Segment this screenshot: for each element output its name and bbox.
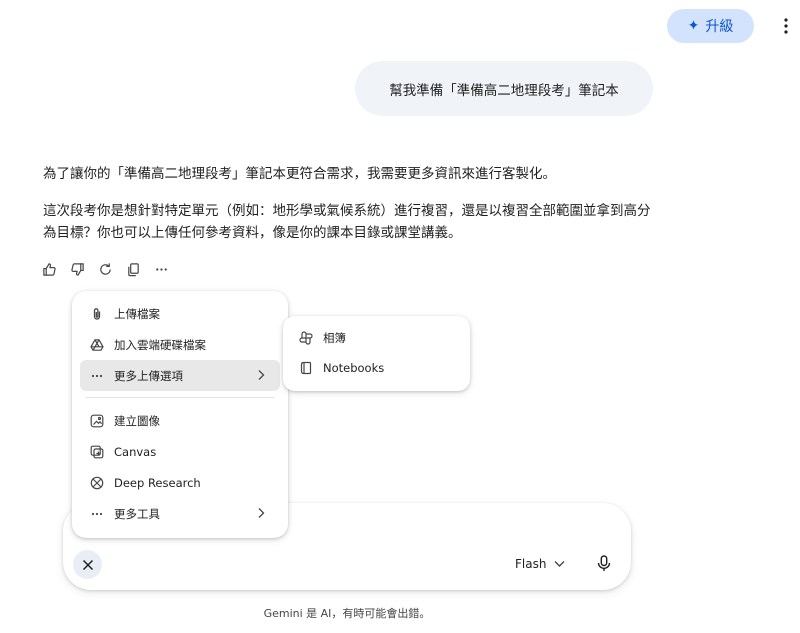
thumbs-down-icon[interactable]	[69, 260, 86, 278]
notebook-icon	[300, 361, 312, 375]
model-label: Flash	[515, 557, 547, 571]
drive-icon	[90, 338, 104, 352]
upgrade-button[interactable]: ✦ 升級	[667, 9, 754, 43]
menu-item-label: 加入雲端硬碟檔案	[114, 337, 206, 352]
menu-item-label: 更多工具	[114, 506, 160, 521]
ai-disclaimer: Gemini 是 AI，有時可能會出錯。	[263, 607, 431, 620]
menu-item-deep-research[interactable]: Deep Research	[80, 467, 280, 498]
menu-item-label: 上傳檔案	[114, 306, 160, 321]
menu-item-canvas[interactable]: Canvas	[80, 436, 280, 467]
response-paragraph-1: 為了讓你的「準備高二地理段考」筆記本更符合需求，我需要更多資訊來進行客製化。	[43, 166, 556, 182]
menu-item-more-upload-options[interactable]: 更多上傳選項	[80, 360, 280, 391]
mic-button[interactable]	[595, 553, 613, 573]
copy-icon[interactable]	[125, 260, 142, 278]
chevron-right-icon	[258, 370, 265, 380]
close-menu-button[interactable]	[73, 550, 102, 579]
menu-item-create-image[interactable]: 建立圖像	[80, 405, 280, 436]
menu-item-more-tools[interactable]: 更多工具	[80, 498, 280, 529]
upload-options-submenu: 相簿 Notebooks	[283, 316, 470, 391]
user-message-bubble: 幫我準備「準備高二地理段考」筆記本	[355, 61, 653, 116]
menu-item-label: Deep Research	[114, 475, 201, 490]
chevron-right-icon	[258, 508, 265, 518]
thumbs-up-icon[interactable]	[41, 260, 58, 278]
submenu-item-photos[interactable]: 相簿	[291, 324, 461, 352]
mic-icon	[597, 554, 611, 571]
more-horiz-icon	[90, 369, 104, 383]
more-horiz-icon[interactable]	[153, 260, 170, 278]
menu-divider	[86, 397, 274, 398]
more-horiz-icon	[90, 507, 104, 521]
photos-icon	[299, 331, 313, 345]
close-icon	[82, 559, 93, 570]
tools-menu: 上傳檔案 加入雲端硬碟檔案 更多上傳選項 建立圖像 Canvas Deep Re…	[72, 291, 288, 538]
regenerate-icon[interactable]	[97, 260, 114, 278]
sparkle-icon: ✦	[687, 18, 700, 34]
menu-item-label: Canvas	[114, 444, 157, 459]
submenu-item-label: Notebooks	[323, 361, 385, 375]
user-message-text: 幫我準備「準備高二地理段考」筆記本	[389, 82, 619, 99]
more-vert-icon[interactable]	[778, 14, 794, 38]
image-icon	[90, 414, 104, 428]
menu-item-upload-file[interactable]: 上傳檔案	[80, 298, 280, 329]
response-paragraph-2: 這次段考你是想針對特定單元（例如：地形學或氣候系統）進行複習，還是以複習全部範圍…	[43, 203, 651, 241]
submenu-item-label: 相簿	[323, 331, 346, 345]
menu-item-add-drive[interactable]: 加入雲端硬碟檔案	[80, 329, 280, 360]
response-actions	[41, 260, 170, 278]
upgrade-label: 升級	[705, 19, 734, 35]
menu-item-label: 建立圖像	[114, 413, 160, 428]
paperclip-icon	[90, 307, 104, 321]
model-selector[interactable]: Flash	[515, 554, 565, 574]
chevron-down-icon	[554, 561, 565, 567]
menu-item-label: 更多上傳選項	[114, 368, 183, 383]
deep-research-icon	[90, 476, 104, 490]
canvas-icon	[90, 445, 104, 459]
submenu-item-notebooks[interactable]: Notebooks	[291, 354, 461, 382]
